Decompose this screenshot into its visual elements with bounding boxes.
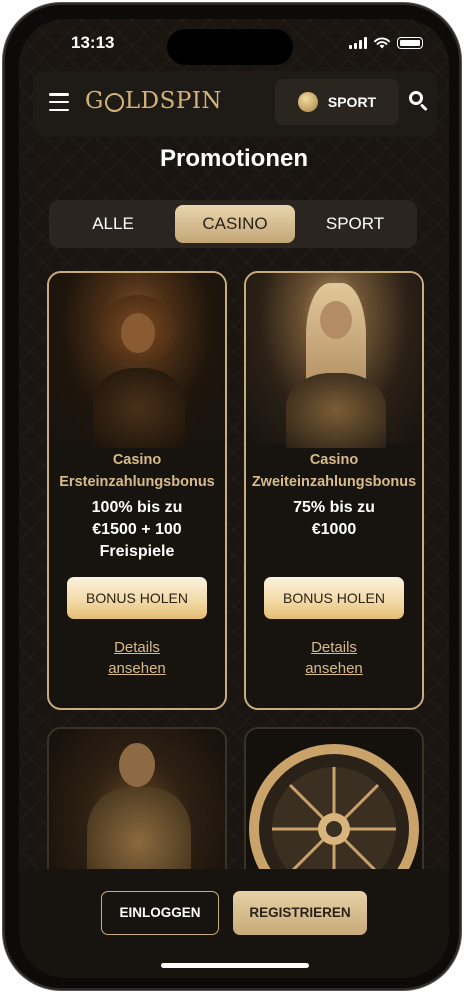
goldspin-logo[interactable]: G LDSPIN: [85, 88, 222, 114]
logo-coin-icon: [104, 92, 124, 112]
tab-casino[interactable]: CASINO: [175, 205, 295, 243]
app-header: G LDSPIN SPORT: [33, 71, 437, 137]
promo-card: Casino Ersteinzahlungsbonus 100% bis zu …: [47, 271, 227, 710]
signal-icon: [349, 37, 367, 49]
wifi-icon: [374, 37, 390, 49]
app-screen: 13:13 G LDSPIN SPORT Promotionen ALLE CA…: [19, 19, 449, 978]
home-indicator: [161, 963, 309, 968]
bottom-auth-bar: EINLOGGEN REGISTRIEREN: [19, 869, 449, 978]
promo-title: Casino Ersteinzahlungsbonus: [59, 452, 215, 490]
details-link[interactable]: Details ansehen: [246, 637, 422, 679]
promo-image: [49, 273, 225, 448]
promo-offer: 100% bis zu €1500 + 100 Freispiele: [91, 499, 183, 560]
login-button[interactable]: EINLOGGEN: [101, 891, 219, 935]
logo-prefix: G: [85, 88, 104, 114]
tab-sport[interactable]: SPORT: [299, 205, 411, 243]
status-icons: [349, 37, 423, 49]
status-time: 13:13: [71, 33, 115, 52]
page-title: Promotionen: [160, 145, 308, 172]
sport-button-label: SPORT: [327, 94, 377, 110]
sport-button[interactable]: SPORT: [275, 79, 399, 125]
dynamic-island: [167, 29, 293, 65]
promo-title: Casino Zweiteinzahlungsbonus: [251, 452, 417, 490]
details-link[interactable]: Details ansehen: [49, 637, 225, 679]
sport-ball-icon: [297, 92, 318, 112]
bonus-holen-button[interactable]: BONUS HOLEN: [264, 577, 404, 619]
promo-offer: 75% bis zu €1000: [293, 499, 375, 538]
register-button[interactable]: REGISTRIEREN: [233, 891, 367, 935]
tab-all[interactable]: ALLE: [55, 205, 171, 243]
phone-frame: 13:13 G LDSPIN SPORT Promotionen ALLE CA…: [3, 3, 461, 990]
menu-icon[interactable]: [49, 93, 69, 111]
battery-icon: [397, 37, 423, 49]
promotion-tabs: ALLE CASINO SPORT: [49, 200, 417, 248]
logo-suffix: LDSPIN: [124, 88, 223, 114]
promo-image: [246, 273, 422, 448]
search-icon[interactable]: [409, 91, 429, 113]
bonus-holen-button[interactable]: BONUS HOLEN: [67, 577, 207, 619]
promo-card: Casino Zweiteinzahlungsbonus 75% bis zu …: [244, 271, 424, 710]
